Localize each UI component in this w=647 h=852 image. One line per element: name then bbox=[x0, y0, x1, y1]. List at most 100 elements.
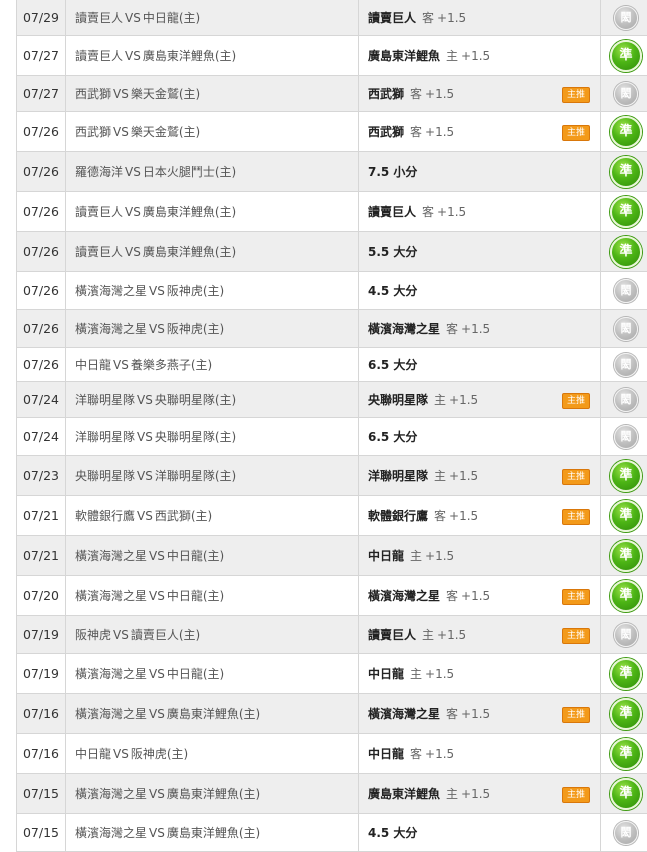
away-team[interactable]: 讀賣巨人 bbox=[75, 245, 123, 259]
pick-team: 4.5 大分 bbox=[368, 826, 417, 840]
match-cell[interactable]: 羅德海洋VS日本火腿鬥士(主) bbox=[66, 152, 359, 192]
home-team[interactable]: 廣島東洋鯉魚(主) bbox=[143, 49, 236, 63]
pick-cell: 央聯明星隊主+1.5主推 bbox=[359, 382, 601, 418]
away-team[interactable]: 橫濱海灣之星 bbox=[75, 667, 147, 681]
away-team[interactable]: 橫濱海灣之星 bbox=[75, 549, 147, 563]
win-result-icon: 準 bbox=[610, 698, 642, 730]
home-team[interactable]: 中日龍(主) bbox=[143, 11, 200, 25]
date-cell: 07/19 bbox=[17, 654, 66, 694]
table-row: 07/23央聯明星隊VS洋聯明星隊(主)洋聯明星隊主+1.5主推準 bbox=[17, 456, 647, 496]
table-row: 07/26西武獅VS樂天金鷲(主)西武獅客+1.5主推準 bbox=[17, 112, 647, 152]
away-team[interactable]: 橫濱海灣之星 bbox=[75, 322, 147, 336]
away-team[interactable]: 橫濱海灣之星 bbox=[75, 707, 147, 721]
vs-label: VS bbox=[125, 11, 141, 25]
home-team[interactable]: 央聯明星隊(主) bbox=[155, 430, 236, 444]
home-team[interactable]: 西武獅(主) bbox=[155, 509, 212, 523]
away-team[interactable]: 橫濱海灣之星 bbox=[75, 589, 147, 603]
home-team[interactable]: 廣島東洋鯉魚(主) bbox=[167, 826, 260, 840]
home-team[interactable]: 廣島東洋鯉魚(主) bbox=[167, 787, 260, 801]
match-cell[interactable]: 橫濱海灣之星VS中日龍(主) bbox=[66, 654, 359, 694]
pick-team: 6.5 大分 bbox=[368, 358, 417, 372]
pick-type: 主 bbox=[446, 49, 458, 63]
home-team[interactable]: 阪神虎(主) bbox=[167, 322, 224, 336]
pick-cell: 4.5 大分 bbox=[359, 272, 601, 310]
home-team[interactable]: 央聯明星隊(主) bbox=[155, 393, 236, 407]
away-team[interactable]: 讀賣巨人 bbox=[75, 11, 123, 25]
result-cell: 準 bbox=[601, 654, 647, 694]
home-team[interactable]: 日本火腿鬥士(主) bbox=[143, 165, 236, 179]
away-team[interactable]: 軟體銀行鷹 bbox=[75, 509, 135, 523]
date-cell: 07/24 bbox=[17, 418, 66, 456]
pick-line: +1.5 bbox=[461, 787, 490, 801]
pick-cell: 橫濱海灣之星客+1.5主推 bbox=[359, 694, 601, 734]
home-team[interactable]: 樂天金鷲(主) bbox=[131, 87, 200, 101]
date-cell: 07/21 bbox=[17, 496, 66, 536]
home-team[interactable]: 廣島東洋鯉魚(主) bbox=[143, 205, 236, 219]
away-team[interactable]: 洋聯明星隊 bbox=[75, 430, 135, 444]
pick-team: 橫濱海灣之星 bbox=[368, 589, 440, 603]
match-cell[interactable]: 軟體銀行鷹VS西武獅(主) bbox=[66, 496, 359, 536]
away-team[interactable]: 中日龍 bbox=[75, 747, 111, 761]
result-cell: 閎 bbox=[601, 272, 647, 310]
match-cell[interactable]: 洋聯明星隊VS央聯明星隊(主) bbox=[66, 382, 359, 418]
table-row: 07/15橫濱海灣之星VS廣島東洋鯉魚(主)廣島東洋鯉魚主+1.5主推準 bbox=[17, 774, 647, 814]
push-result-icon: 閎 bbox=[614, 388, 638, 412]
result-cell: 準 bbox=[601, 192, 647, 232]
table-row: 07/27西武獅VS樂天金鷲(主)西武獅客+1.5主推閎 bbox=[17, 76, 647, 112]
away-team[interactable]: 中日龍 bbox=[75, 358, 111, 372]
match-cell[interactable]: 讀賣巨人VS廣島東洋鯉魚(主) bbox=[66, 232, 359, 272]
home-team[interactable]: 廣島東洋鯉魚(主) bbox=[167, 707, 260, 721]
home-team[interactable]: 養樂多燕子(主) bbox=[131, 358, 212, 372]
pick-type: 主 bbox=[422, 628, 434, 642]
pick-team: 讀賣巨人 bbox=[368, 11, 416, 25]
home-team[interactable]: 中日龍(主) bbox=[167, 549, 224, 563]
match-cell[interactable]: 橫濱海灣之星VS廣島東洋鯉魚(主) bbox=[66, 774, 359, 814]
match-cell[interactable]: 讀賣巨人VS廣島東洋鯉魚(主) bbox=[66, 36, 359, 76]
match-cell[interactable]: 中日龍VS養樂多燕子(主) bbox=[66, 348, 359, 382]
home-team[interactable]: 中日龍(主) bbox=[167, 589, 224, 603]
match-cell[interactable]: 橫濱海灣之星VS廣島東洋鯉魚(主) bbox=[66, 814, 359, 852]
away-team[interactable]: 央聯明星隊 bbox=[75, 469, 135, 483]
featured-badge: 主推 bbox=[562, 707, 590, 723]
pick-cell: 西武獅客+1.5主推 bbox=[359, 76, 601, 112]
date-cell: 07/23 bbox=[17, 456, 66, 496]
away-team[interactable]: 橫濱海灣之星 bbox=[75, 826, 147, 840]
away-team[interactable]: 西武獅 bbox=[75, 125, 111, 139]
match-cell[interactable]: 橫濱海灣之星VS阪神虎(主) bbox=[66, 272, 359, 310]
home-team[interactable]: 洋聯明星隊(主) bbox=[155, 469, 236, 483]
pick-line: +1.5 bbox=[425, 667, 454, 681]
away-team[interactable]: 橫濱海灣之星 bbox=[75, 787, 147, 801]
match-cell[interactable]: 央聯明星隊VS洋聯明星隊(主) bbox=[66, 456, 359, 496]
away-team[interactable]: 阪神虎 bbox=[75, 628, 111, 642]
away-team[interactable]: 讀賣巨人 bbox=[75, 49, 123, 63]
pick-cell: 西武獅客+1.5主推 bbox=[359, 112, 601, 152]
home-team[interactable]: 讀賣巨人(主) bbox=[131, 628, 200, 642]
match-cell[interactable]: 讀賣巨人VS中日龍(主) bbox=[66, 0, 359, 36]
match-cell[interactable]: 西武獅VS樂天金鷲(主) bbox=[66, 76, 359, 112]
match-cell[interactable]: 西武獅VS樂天金鷲(主) bbox=[66, 112, 359, 152]
away-team[interactable]: 橫濱海灣之星 bbox=[75, 284, 147, 298]
match-cell[interactable]: 讀賣巨人VS廣島東洋鯉魚(主) bbox=[66, 192, 359, 232]
match-cell[interactable]: 橫濱海灣之星VS中日龍(主) bbox=[66, 536, 359, 576]
table-row: 07/16中日龍VS阪神虎(主)中日龍客+1.5準 bbox=[17, 734, 647, 774]
result-cell: 閎 bbox=[601, 76, 647, 112]
match-cell[interactable]: 橫濱海灣之星VS阪神虎(主) bbox=[66, 310, 359, 348]
pick-cell: 中日龍客+1.5 bbox=[359, 734, 601, 774]
home-team[interactable]: 阪神虎(主) bbox=[131, 747, 188, 761]
away-team[interactable]: 讀賣巨人 bbox=[75, 205, 123, 219]
match-cell[interactable]: 橫濱海灣之星VS廣島東洋鯉魚(主) bbox=[66, 694, 359, 734]
home-team[interactable]: 樂天金鷲(主) bbox=[131, 125, 200, 139]
away-team[interactable]: 西武獅 bbox=[75, 87, 111, 101]
match-cell[interactable]: 中日龍VS阪神虎(主) bbox=[66, 734, 359, 774]
away-team[interactable]: 羅德海洋 bbox=[75, 165, 123, 179]
match-cell[interactable]: 洋聯明星隊VS央聯明星隊(主) bbox=[66, 418, 359, 456]
match-cell[interactable]: 阪神虎VS讀賣巨人(主) bbox=[66, 616, 359, 654]
away-team[interactable]: 洋聯明星隊 bbox=[75, 393, 135, 407]
match-cell[interactable]: 橫濱海灣之星VS中日龍(主) bbox=[66, 576, 359, 616]
home-team[interactable]: 中日龍(主) bbox=[167, 667, 224, 681]
table-row: 07/27讀賣巨人VS廣島東洋鯉魚(主)廣島東洋鯉魚主+1.5準 bbox=[17, 36, 647, 76]
vs-label: VS bbox=[113, 747, 129, 761]
home-team[interactable]: 廣島東洋鯉魚(主) bbox=[143, 245, 236, 259]
home-team[interactable]: 阪神虎(主) bbox=[167, 284, 224, 298]
pick-line: +1.5 bbox=[461, 707, 490, 721]
